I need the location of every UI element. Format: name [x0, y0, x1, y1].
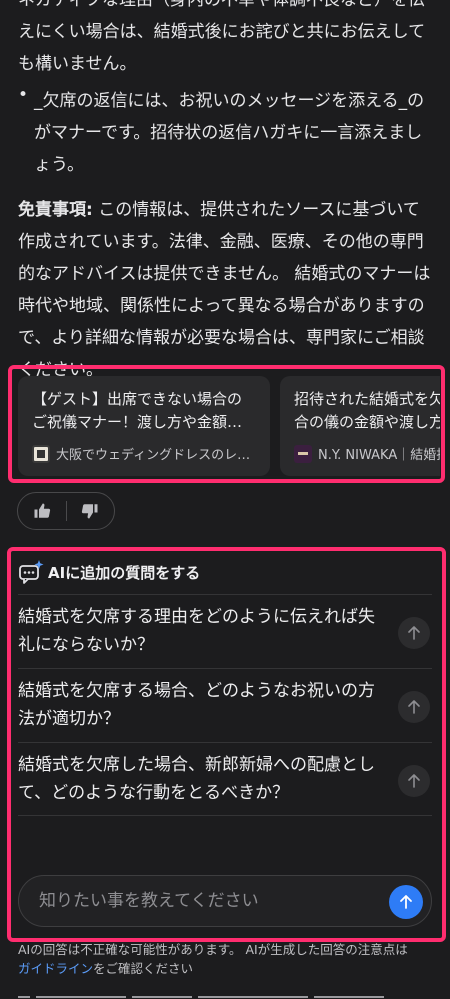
- feedback-buttons: [17, 492, 115, 530]
- thumbs-up-icon: [34, 503, 50, 518]
- highlight-frame-sources: [8, 365, 445, 483]
- answer-paragraph-2: _欠席の返信には、お祝いのメッセージを添える_のがマナーです。招待状の返信ハガキ…: [34, 91, 425, 175]
- highlight-frame-followup: [7, 547, 446, 942]
- disclaimer-text: この情報は、提供されたソースに基づいて作成されています。法律、金融、医療、その他…: [18, 200, 431, 380]
- bullet-marker: •: [18, 85, 29, 105]
- ai-notice: AIの回答は不正確な可能性があります。 AIが生成した回答の注意点は ガイドライン…: [18, 940, 438, 978]
- like-button[interactable]: [18, 493, 66, 529]
- notice-text: AIの回答は不正確な可能性があります。 AIが生成した回答の注意点は: [18, 942, 408, 957]
- guideline-link[interactable]: ガイドライン: [18, 961, 93, 976]
- dislike-button[interactable]: [66, 493, 114, 529]
- disclaimer: 免責事項: この情報は、提供されたソースに基づいて作成されています。法律、金融、…: [18, 194, 432, 386]
- notice-text-end: をご確認ください: [93, 961, 194, 976]
- disclaimer-label: 免責事項:: [18, 200, 93, 220]
- answer-paragraph-1: ネガティブな理由（身内の不幸や体調不良など）を伝えにくい場合は、結婚式後にお詫び…: [18, 0, 426, 74]
- thumbs-down-icon: [82, 504, 98, 519]
- cut-off-content: [18, 990, 438, 999]
